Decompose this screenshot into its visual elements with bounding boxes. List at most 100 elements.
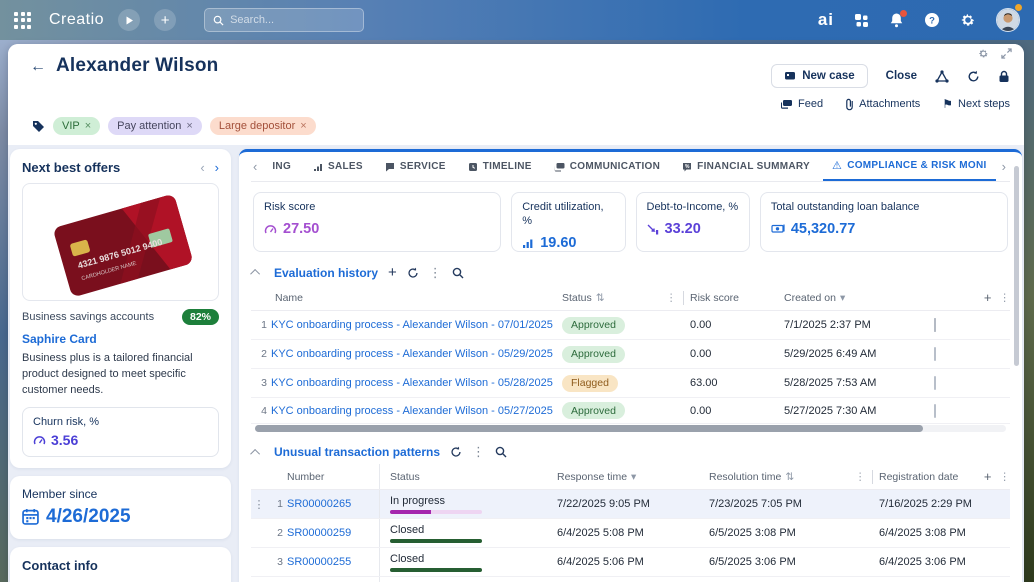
offer-link[interactable]: Saphire Card — [22, 332, 219, 346]
expand-icon[interactable] — [1001, 48, 1012, 59]
run-process-button[interactable] — [118, 9, 140, 31]
col-risk-score[interactable]: Risk score — [690, 292, 784, 304]
table-row[interactable]: 2 SR00000259 Closed 6/4/2025 5:08 PM 6/5… — [251, 519, 1010, 548]
add-column-icon[interactable]: + — [984, 469, 992, 484]
refresh-icon[interactable] — [407, 267, 419, 279]
col-registration-date[interactable]: Registration date — [879, 471, 978, 483]
more-options-icon[interactable]: ⋮ — [429, 265, 442, 281]
column-menu-icon[interactable]: ⋮ — [666, 292, 677, 304]
tag-icon[interactable] — [32, 120, 45, 133]
refresh-icon[interactable] — [450, 446, 462, 458]
tabs-scroll-right-icon[interactable]: › — [1000, 159, 1008, 174]
record-link[interactable]: SR00000255 — [287, 556, 379, 568]
row-checkbox[interactable] — [934, 318, 936, 332]
lock-icon[interactable] — [998, 70, 1010, 83]
row-checkbox[interactable] — [934, 376, 936, 390]
next-steps-button[interactable]: ⚑ Next steps — [942, 97, 1010, 111]
record-link[interactable]: SR00000265 — [287, 498, 379, 510]
creatio-ai-icon[interactable]: ai — [818, 10, 834, 30]
grid-settings-icon[interactable]: ⋮ — [1000, 292, 1011, 304]
help-icon[interactable]: ? — [924, 12, 940, 28]
global-search[interactable] — [204, 8, 364, 32]
close-button[interactable]: Close — [886, 70, 917, 82]
col-created-on[interactable]: Created on▾ — [784, 292, 934, 304]
vertical-scrollbar-thumb[interactable] — [1014, 166, 1019, 366]
gauge-icon — [33, 434, 46, 446]
case-icon — [784, 70, 796, 82]
refresh-icon[interactable] — [967, 70, 980, 83]
tab-compliance-risk-monitoring[interactable]: ⚠ COMPLIANCE & RISK MONI — [823, 152, 996, 181]
tab-financial-summary[interactable]: % FINANCIAL SUMMARY — [673, 152, 819, 181]
row-checkbox[interactable] — [934, 404, 936, 418]
table-row[interactable]: ⋮ 1 SR00000265 In progress 7/22/2025 9:0… — [251, 490, 1010, 519]
row-menu-icon[interactable]: ⋮ — [251, 498, 267, 511]
warning-triangle-icon: ⚠ — [832, 159, 842, 172]
record-link[interactable]: KYC onboarding process - Alexander Wilso… — [271, 377, 562, 389]
carousel-prev-icon[interactable]: ‹ — [200, 160, 204, 175]
app-launcher-icon[interactable] — [14, 12, 31, 29]
remove-tag-icon[interactable]: × — [300, 120, 306, 132]
marketplace-icon[interactable] — [854, 13, 869, 28]
process-diagram-icon[interactable] — [935, 70, 949, 83]
collapse-section-icon[interactable] — [250, 269, 260, 279]
feed-icon — [780, 99, 793, 110]
table-row[interactable]: 1 KYC onboarding process - Alexander Wil… — [251, 311, 1010, 340]
remove-tag-icon[interactable]: × — [186, 120, 192, 132]
contact-info-card: Contact info Onboarding completed ▾ Alex… — [10, 547, 231, 582]
horizontal-scrollbar-thumb[interactable] — [255, 425, 923, 432]
record-link[interactable]: KYC onboarding process - Alexander Wilso… — [271, 348, 562, 360]
more-options-icon[interactable]: ⋮ — [472, 444, 485, 460]
col-response-time[interactable]: Response time▾ — [557, 471, 709, 483]
table-row[interactable]: 3 KYC onboarding process - Alexander Wil… — [251, 369, 1010, 398]
communication-icon — [554, 162, 565, 172]
tag-large-depositor[interactable]: Large depositor× — [210, 117, 316, 135]
add-column-icon[interactable]: + — [984, 290, 992, 305]
top-navigation-bar: Creatio + ai ? — [0, 0, 1034, 40]
search-icon[interactable] — [452, 267, 464, 279]
search-input[interactable] — [230, 14, 340, 26]
table-row[interactable]: 2 KYC onboarding process - Alexander Wil… — [251, 340, 1010, 369]
tab-communication[interactable]: COMMUNICATION — [545, 152, 669, 181]
column-menu-icon[interactable]: ⋮ — [855, 471, 866, 483]
grid-settings-icon[interactable]: ⋮ — [1000, 471, 1011, 483]
collapse-section-icon[interactable] — [250, 448, 260, 458]
carousel-next-icon[interactable]: › — [215, 160, 219, 175]
table-row[interactable]: 4 SR00000166 Closed 5/30/2025 9:00 AM 5/… — [251, 577, 1010, 582]
churn-risk-box: Churn risk, % 3.56 — [22, 407, 219, 457]
notifications-bell-icon[interactable] — [889, 12, 904, 28]
record-link[interactable]: KYC onboarding process - Alexander Wilso… — [271, 319, 562, 331]
title-band: ← Alexander Wilson New case Close — [8, 44, 1024, 145]
col-name[interactable]: Name — [271, 292, 562, 304]
col-status[interactable]: Status⇅ — [562, 292, 666, 304]
col-status[interactable]: Status — [379, 464, 557, 489]
table-row[interactable]: 3 SR00000255 Closed 6/4/2025 5:06 PM 6/5… — [251, 548, 1010, 577]
col-resolution-time[interactable]: Resolution time⇅ — [709, 471, 855, 483]
new-case-button[interactable]: New case — [771, 64, 867, 88]
transaction-patterns-header: Unusual transaction patterns ⋮ — [253, 444, 1008, 460]
tab-sales[interactable]: SALES — [304, 152, 372, 181]
record-link[interactable]: SR00000259 — [287, 527, 379, 539]
offer-product-name: Business savings accounts — [22, 311, 154, 323]
add-record-icon[interactable]: + — [388, 264, 397, 281]
tab-service[interactable]: SERVICE — [376, 152, 455, 181]
user-avatar[interactable] — [996, 8, 1020, 32]
remove-tag-icon[interactable]: × — [85, 120, 91, 132]
tag-pay-attention[interactable]: Pay attention× — [108, 117, 202, 135]
settings-gear-icon[interactable] — [960, 12, 976, 28]
tabs-scroll-left-icon[interactable]: ‹ — [251, 159, 259, 174]
status-label: Closed — [390, 553, 517, 565]
table-row[interactable]: 4 KYC onboarding process - Alexander Wil… — [251, 398, 1010, 424]
tab-timeline[interactable]: TIMELINE — [459, 152, 541, 181]
page-settings-gear-icon[interactable] — [978, 48, 989, 59]
search-icon[interactable] — [495, 446, 507, 458]
col-number[interactable]: Number — [287, 471, 379, 483]
add-new-button[interactable]: + — [154, 9, 176, 31]
attachments-button[interactable]: Attachments — [845, 98, 920, 111]
row-checkbox[interactable] — [934, 347, 936, 361]
back-button[interactable]: ← — [30, 58, 46, 76]
tab-ing[interactable]: ING — [263, 152, 300, 181]
record-link[interactable]: KYC onboarding process - Alexander Wilso… — [271, 405, 562, 417]
feed-button[interactable]: Feed — [780, 98, 823, 110]
svg-text:%: % — [685, 164, 690, 170]
tag-vip[interactable]: VIP× — [53, 117, 100, 135]
